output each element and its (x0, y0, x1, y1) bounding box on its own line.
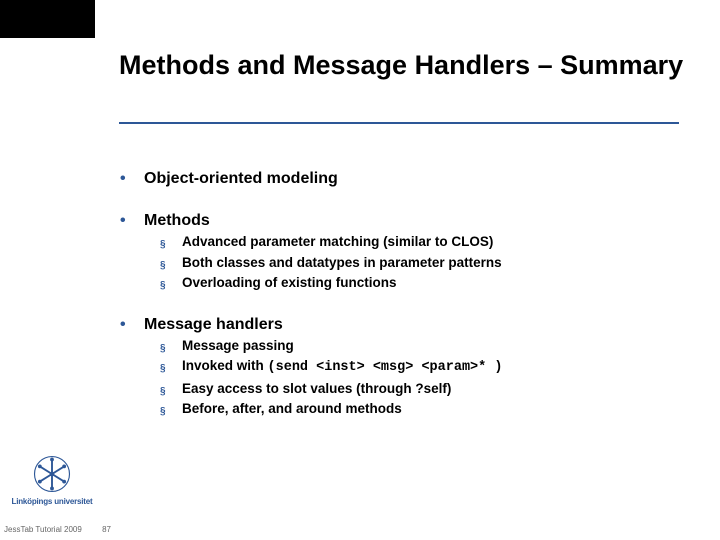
bullet-dot-icon: • (120, 316, 144, 334)
subbullet-text: Message passing (182, 337, 294, 355)
invoked-code: (send <inst> <msg> <param>* ) (268, 360, 503, 375)
content-area: • Object-oriented modeling • Methods § A… (120, 160, 690, 418)
subbullet-before-after: § Before, after, and around methods (160, 400, 690, 418)
university-logo: Linköpings universitet (10, 455, 94, 506)
subbullet-overloading: § Overloading of existing functions (160, 274, 690, 292)
bullet-methods: • Methods (120, 212, 690, 230)
subbullet-text: Invoked with (send <inst> <msg> <param>*… (182, 357, 502, 377)
bullet-square-icon: § (160, 342, 182, 355)
subbullet-text: Advanced parameter matching (similar to … (182, 233, 493, 251)
subbullet-passing: § Message passing (160, 337, 690, 355)
bullet-oom: • Object-oriented modeling (120, 170, 690, 188)
bullet-message-handlers: • Message handlers (120, 316, 690, 334)
logo-text: Linköpings universitet (10, 497, 94, 506)
subbullet-slot-access: § Easy access to slot values (through ?s… (160, 380, 690, 398)
bullet-text: Message handlers (144, 316, 283, 334)
invoked-prefix: Invoked with (182, 358, 268, 373)
footer-text: JessTab Tutorial 2009 (4, 525, 82, 534)
subbullet-invoked: § Invoked with (send <inst> <msg> <param… (160, 357, 690, 377)
subbullet-text: Both classes and datatypes in parameter … (182, 254, 502, 272)
bullet-text: Methods (144, 212, 210, 230)
subbullet-text: Easy access to slot values (through ?sel… (182, 380, 451, 398)
bullet-square-icon: § (160, 279, 182, 292)
bullet-text: Object-oriented modeling (144, 170, 338, 188)
bullet-square-icon: § (160, 259, 182, 272)
title-underline (119, 122, 679, 124)
subbullet-text: Before, after, and around methods (182, 400, 402, 418)
slide: Methods and Message Handlers – Summary •… (0, 0, 720, 540)
seal-icon (33, 455, 71, 493)
page-title: Methods and Message Handlers – Summary (119, 50, 699, 82)
bullet-square-icon: § (160, 385, 182, 398)
bullet-square-icon: § (160, 405, 182, 418)
bullet-square-icon: § (160, 362, 182, 375)
subbullet-text: Overloading of existing functions (182, 274, 397, 292)
bullet-dot-icon: • (120, 170, 144, 188)
subbullet-classes: § Both classes and datatypes in paramete… (160, 254, 690, 272)
footer: JessTab Tutorial 2009 87 (4, 525, 111, 534)
bullet-square-icon: § (160, 238, 182, 251)
subbullet-advanced: § Advanced parameter matching (similar t… (160, 233, 690, 251)
bullet-dot-icon: • (120, 212, 144, 230)
page-number: 87 (102, 525, 111, 534)
header-black-box (0, 0, 95, 38)
